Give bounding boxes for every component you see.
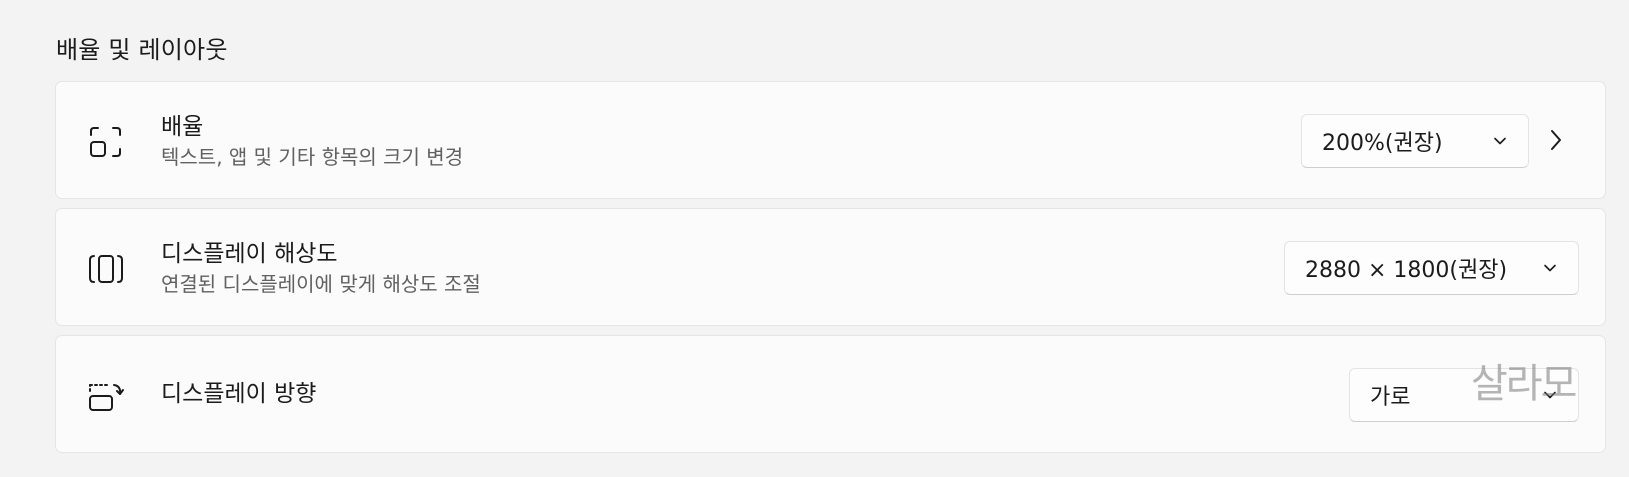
scale-title: 배율 [161, 114, 204, 140]
resolution-icon [86, 249, 126, 289]
scale-dropdown[interactable]: 200%(권장) [1301, 114, 1529, 168]
chevron-down-icon [1544, 391, 1556, 399]
resolution-title: 디스플레이 해상도 [161, 241, 338, 267]
scale-text: 배율 텍스트, 앱 및 기타 항목의 크기 변경 [161, 111, 463, 171]
orientation-card[interactable]: 디스플레이 방향 가로 살라모 [55, 335, 1606, 453]
resolution-dropdown-value: 2880 × 1800(권장) [1305, 258, 1508, 283]
orientation-title: 디스플레이 방향 [161, 381, 317, 407]
orientation-text: 디스플레이 방향 [161, 378, 316, 410]
resolution-subtitle: 연결된 디스플레이에 맞게 해상도 조절 [161, 272, 481, 296]
orientation-icon [86, 376, 126, 416]
resolution-dropdown[interactable]: 2880 × 1800(권장) [1284, 241, 1579, 295]
display-settings-page: 배율 및 레이아웃 배율 텍스트, 앱 및 기타 항목의 크기 변경 200%(… [0, 0, 1629, 477]
scale-subtitle: 텍스트, 앱 및 기타 항목의 크기 변경 [161, 145, 464, 169]
resolution-text: 디스플레이 해상도 연결된 디스플레이에 맞게 해상도 조절 [161, 238, 481, 298]
scale-card[interactable]: 배율 텍스트, 앱 및 기타 항목의 크기 변경 200%(권장) [55, 81, 1606, 199]
chevron-right-icon[interactable] [1546, 127, 1566, 153]
section-title: 배율 및 레이아웃 [56, 36, 228, 64]
resolution-card[interactable]: 디스플레이 해상도 연결된 디스플레이에 맞게 해상도 조절 2880 × 18… [55, 208, 1606, 326]
orientation-dropdown[interactable]: 가로 [1349, 368, 1579, 422]
scale-dropdown-value: 200%(권장) [1322, 131, 1443, 156]
orientation-dropdown-value: 가로 [1370, 385, 1411, 410]
chevron-down-icon [1544, 264, 1556, 272]
chevron-down-icon [1494, 137, 1506, 145]
scale-icon [86, 122, 126, 162]
